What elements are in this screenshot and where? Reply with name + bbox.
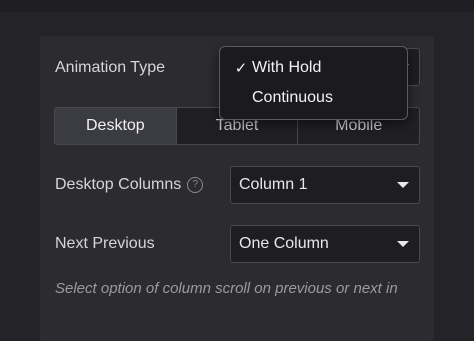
next-previous-value: One Column xyxy=(239,235,329,252)
desktop-columns-label: Desktop Columns? xyxy=(55,176,204,194)
next-previous-select[interactable]: One Column xyxy=(230,225,420,263)
animation-type-label: Animation Type xyxy=(55,59,165,76)
dropdown-option-with-hold[interactable]: ✓ With Hold xyxy=(220,54,407,82)
tab-desktop[interactable]: Desktop xyxy=(55,108,177,144)
option-label: With Hold xyxy=(252,59,322,76)
animation-type-dropdown-menu: ✓ With Hold Continuous xyxy=(219,46,408,120)
dropdown-option-continuous[interactable]: Continuous xyxy=(220,84,407,112)
desktop-columns-select[interactable]: Column 1 xyxy=(230,166,420,204)
next-previous-label: Next Previous xyxy=(55,235,155,252)
desktop-columns-label-text: Desktop Columns xyxy=(55,176,182,193)
help-icon[interactable]: ? xyxy=(187,176,204,193)
window-top-bar xyxy=(0,0,474,12)
field-description: Select option of column scroll on previo… xyxy=(55,280,398,297)
checkmark-icon: ✓ xyxy=(234,60,248,77)
desktop-columns-value: Column 1 xyxy=(239,176,308,193)
chevron-down-icon xyxy=(397,241,409,247)
option-label: Continuous xyxy=(252,89,333,106)
chevron-down-icon xyxy=(397,182,409,188)
